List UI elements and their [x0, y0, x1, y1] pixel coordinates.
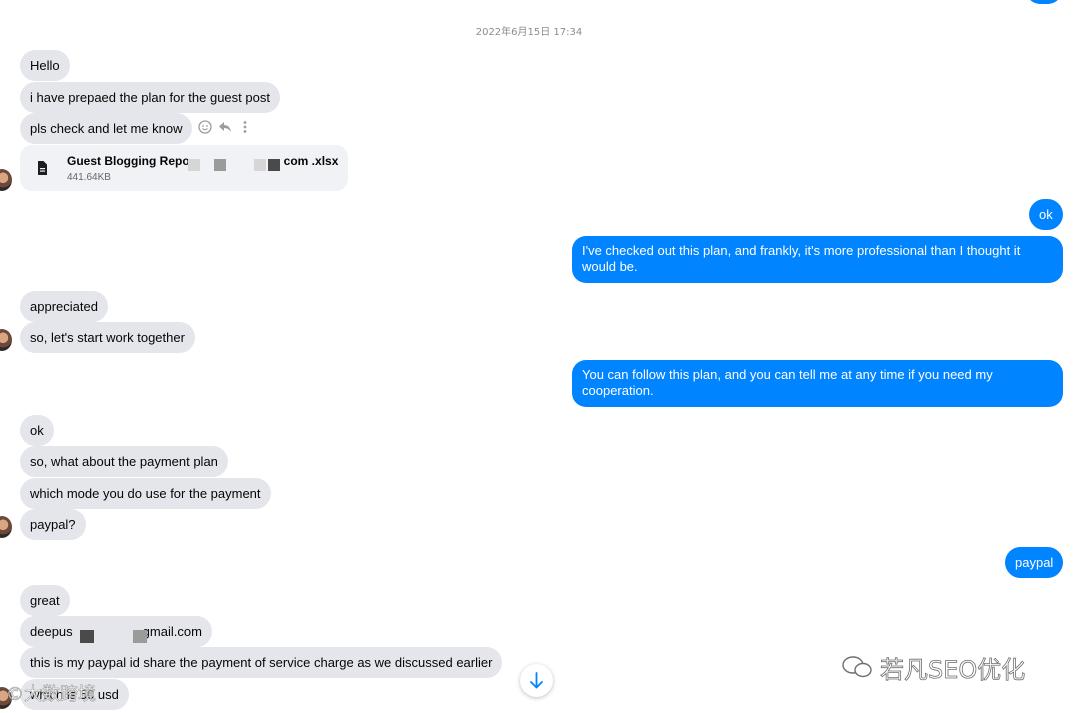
- file-name-end: com .xlsx: [283, 154, 339, 168]
- watermark-left: ©大数跨境: [6, 684, 97, 706]
- redaction-block: [268, 159, 280, 171]
- previous-outgoing-bubble: [1026, 0, 1062, 4]
- incoming-message[interactable]: Hello: [20, 50, 70, 81]
- file-name-start: Guest Blogging Repo: [67, 154, 190, 168]
- incoming-message[interactable]: so, what about the payment plan: [20, 446, 228, 477]
- outgoing-message[interactable]: ok: [1029, 199, 1063, 230]
- redaction-block: [133, 630, 147, 643]
- incoming-message[interactable]: so, let's start work together: [20, 322, 195, 353]
- incoming-message[interactable]: paypal?: [20, 509, 86, 540]
- incoming-message[interactable]: this is my paypal id share the payment o…: [20, 647, 503, 678]
- redaction-block: [254, 159, 266, 171]
- email-end: gmail.com: [142, 624, 202, 639]
- outgoing-message[interactable]: I've checked out this plan, and frankly,…: [572, 236, 1063, 283]
- incoming-message[interactable]: ok: [20, 415, 54, 446]
- file-size: 441.64KB: [67, 172, 111, 183]
- incoming-message[interactable]: deepus gmail.com: [20, 616, 212, 647]
- outgoing-message[interactable]: You can follow this plan, and you can te…: [572, 360, 1063, 407]
- file-name: Guest Blogging Repo com .xlsx: [67, 154, 338, 168]
- message-hover-actions: [197, 119, 253, 137]
- incoming-message[interactable]: appreciated: [20, 291, 108, 322]
- emoji-icon[interactable]: [197, 119, 213, 135]
- avatar[interactable]: [0, 169, 12, 191]
- incoming-message[interactable]: pls check and let me know: [20, 113, 193, 144]
- document-icon: [32, 158, 52, 178]
- incoming-message[interactable]: great: [20, 585, 70, 616]
- incoming-message[interactable]: which mode you do use for the payment: [20, 478, 271, 509]
- wechat-icon: [842, 656, 872, 678]
- avatar[interactable]: [0, 329, 12, 351]
- reply-icon[interactable]: [217, 119, 233, 135]
- redaction-block: [188, 159, 200, 171]
- scroll-to-bottom-button[interactable]: [520, 664, 553, 697]
- avatar[interactable]: [0, 516, 12, 538]
- redaction-block: [80, 630, 94, 643]
- incoming-message[interactable]: i have prepaed the plan for the guest po…: [20, 82, 280, 113]
- email-start: deepus: [30, 624, 73, 639]
- watermark-right: 若凡SEO优化: [880, 656, 1026, 685]
- more-icon[interactable]: [237, 119, 253, 135]
- message-timestamp: 2022年6月15日 17:34: [475, 27, 583, 38]
- file-attachment[interactable]: Guest Blogging Repo com .xlsx 441.64KB: [20, 145, 348, 191]
- outgoing-message[interactable]: paypal: [1005, 547, 1064, 578]
- redaction-block: [214, 159, 226, 171]
- arrow-down-icon: [530, 672, 543, 689]
